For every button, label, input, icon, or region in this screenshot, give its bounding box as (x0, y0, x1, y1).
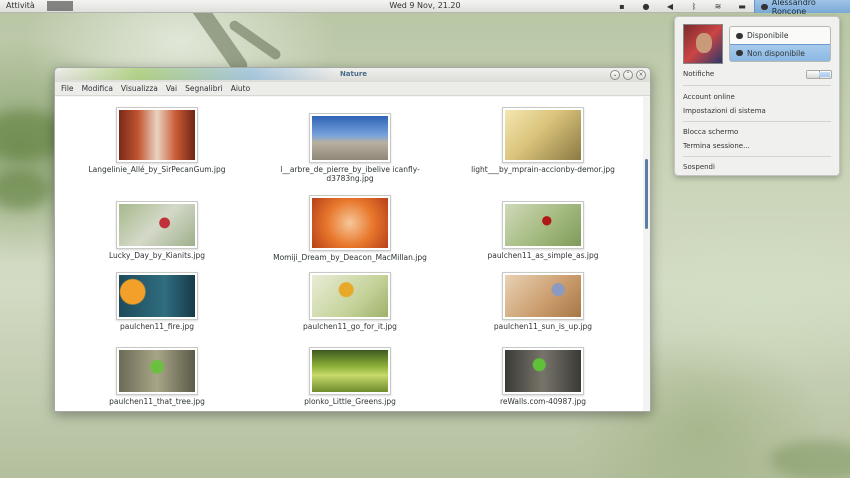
power-icon[interactable]: ● (634, 0, 658, 13)
avatar (683, 24, 723, 64)
file-item[interactable]: reWalls.com-40987.jpg (458, 347, 628, 406)
menu-view[interactable]: Visualizza (121, 84, 158, 93)
toggle-on-fill (819, 72, 830, 77)
file-thumbnail (116, 272, 198, 320)
file-name: paulchen11_fire.jpg (120, 322, 194, 331)
menu-item-suspend[interactable]: Sospendi (683, 163, 715, 171)
scrollbar-thumb[interactable] (645, 159, 648, 229)
user-menu-button[interactable]: Alessandro Roncone (754, 0, 850, 16)
file-manager-window: Nature ⌄ ⌃ × File Modifica Visualizza Va… (54, 67, 651, 412)
file-thumbnail (502, 107, 584, 163)
file-item[interactable]: light___by_mprain-accionby-demor.jpg (458, 107, 628, 174)
file-item[interactable]: paulchen11_sun_is_up.jpg (458, 272, 628, 331)
menu-item-log-out[interactable]: Termina sessione... (683, 142, 750, 150)
file-thumbnail (116, 107, 198, 163)
user-menu: Disponibile Non disponibile Notifiche Ac… (674, 16, 840, 176)
file-thumbnail (116, 201, 198, 249)
file-item[interactable]: paulchen11_as_simple_as.jpg (458, 201, 628, 260)
system-tray: ▪ ● ◀ ᛒ ≋ ▬ (610, 0, 754, 13)
file-thumbnail (502, 201, 584, 249)
top-panel: Attività Wed 9 Nov, 21.20 ▪ ● ◀ ᛒ ≋ ▬ Al… (0, 0, 850, 16)
status-unavailable[interactable]: Non disponibile (730, 44, 830, 61)
file-name: light___by_mprain-accionby-demor.jpg (471, 165, 615, 174)
wallpaper-leaf (0, 170, 50, 210)
menu-edit[interactable]: Modifica (82, 84, 113, 93)
file-name: paulchen11_sun_is_up.jpg (493, 322, 593, 331)
folder-icon[interactable]: ▪ (610, 0, 634, 13)
status-selector: Disponibile Non disponibile (729, 26, 831, 62)
clock-label[interactable]: Wed 9 Nov, 21.20 (389, 1, 460, 10)
window-title: Nature (339, 70, 368, 78)
file-name: plonko_Little_Greens.jpg (304, 397, 396, 406)
bluetooth-icon[interactable]: ᛒ (682, 0, 706, 13)
file-thumbnail (309, 272, 391, 320)
chat-bubble-icon (736, 50, 743, 56)
activities-button[interactable]: Attività (6, 1, 35, 10)
menu-separator (683, 156, 831, 157)
file-item[interactable]: paulchen11_go_for_it.jpg (265, 272, 435, 331)
file-name: reWalls.com-40987.jpg (499, 397, 587, 406)
chat-status-icon (761, 3, 768, 10)
file-thumbnail (309, 113, 391, 163)
file-thumbnail (502, 272, 584, 320)
window-controls: ⌄ ⌃ × (610, 70, 646, 80)
window-titlebar[interactable]: Nature ⌄ ⌃ × (55, 68, 650, 82)
file-thumbnail (309, 347, 391, 395)
file-name: l__arbre_de_pierre_by_ibelive icanfly-d3… (280, 165, 420, 183)
file-thumbnail (309, 195, 391, 251)
chat-bubble-icon (736, 32, 743, 39)
file-thumbnail (502, 347, 584, 395)
user-name: Alessandro Roncone (771, 0, 816, 16)
running-app-thumbnail[interactable] (47, 1, 73, 11)
file-item[interactable]: Langelinie_Allé_by_SirPecanGum.jpg (72, 107, 242, 174)
notifications-toggle[interactable] (806, 70, 832, 79)
file-name: paulchen11_that_tree.jpg (109, 397, 205, 406)
file-icon-view: Langelinie_Allé_by_SirPecanGum.jpg l__ar… (55, 97, 645, 411)
menu-help[interactable]: Aiuto (231, 84, 251, 93)
file-name: Langelinie_Allé_by_SirPecanGum.jpg (88, 165, 226, 174)
menu-bookmarks[interactable]: Segnalibri (185, 84, 223, 93)
close-button[interactable]: × (636, 70, 646, 80)
menu-item-account-online[interactable]: Account online (683, 93, 735, 101)
menu-item-system-settings[interactable]: Impostazioni di sistema (683, 107, 766, 115)
status-available[interactable]: Disponibile (730, 27, 830, 44)
file-name: paulchen11_as_simple_as.jpg (487, 251, 599, 260)
notifications-label: Notifiche (683, 70, 715, 78)
file-item[interactable]: Lucky_Day_by_Kianits.jpg (72, 201, 242, 260)
battery-icon[interactable]: ▬ (730, 0, 754, 13)
menu-go[interactable]: Vai (166, 84, 177, 93)
volume-icon[interactable]: ◀ (658, 0, 682, 13)
file-item[interactable]: l__arbre_de_pierre_by_ibelive icanfly-d3… (265, 113, 435, 183)
menu-file[interactable]: File (61, 84, 74, 93)
menu-item-lock-screen[interactable]: Blocca schermo (683, 128, 738, 136)
menu-separator (683, 121, 831, 122)
wallpaper-leaf (770, 440, 850, 478)
file-name: Lucky_Day_by_Kianits.jpg (109, 251, 205, 260)
file-item[interactable]: plonko_Little_Greens.jpg (265, 347, 435, 406)
file-name: paulchen11_go_for_it.jpg (303, 322, 397, 331)
wifi-icon[interactable]: ≋ (706, 0, 730, 13)
menu-separator (683, 85, 831, 86)
maximize-button[interactable]: ⌃ (623, 70, 633, 80)
file-name: Momiji_Dream_by_Deacon_MacMillan.jpg (273, 253, 427, 262)
status-unavailable-label: Non disponibile (747, 48, 805, 58)
file-item[interactable]: paulchen11_fire.jpg (72, 272, 242, 331)
menu-bar: File Modifica Visualizza Vai Segnalibri … (55, 82, 650, 96)
minimize-button[interactable]: ⌄ (610, 70, 620, 80)
file-item[interactable]: paulchen11_that_tree.jpg (72, 347, 242, 406)
file-item[interactable]: Momiji_Dream_by_Deacon_MacMillan.jpg (265, 195, 435, 262)
vertical-scrollbar[interactable] (643, 97, 650, 411)
file-thumbnail (116, 347, 198, 395)
status-available-label: Disponibile (747, 31, 789, 40)
